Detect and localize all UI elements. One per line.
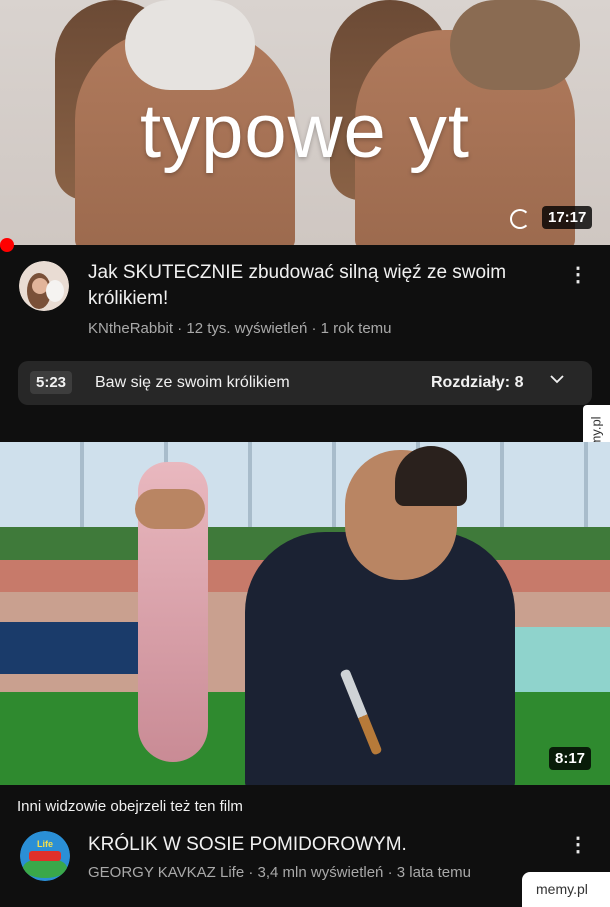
chapters-count-label: Rozdziały: 8 [431, 374, 524, 391]
more-options-icon[interactable]: ⋮ [568, 262, 588, 287]
chapter-timestamp: 5:23 [30, 371, 73, 394]
channel-avatar[interactable]: Life [20, 831, 70, 881]
chevron-down-icon[interactable] [548, 370, 566, 393]
video-title[interactable]: Jak SKUTECZNIE zbudować silną więź ze sw… [88, 260, 538, 312]
more-options-icon[interactable]: ⋮ [568, 832, 588, 857]
video-duration-badge: 17:17 [542, 206, 593, 229]
chapter-name: Baw się ze swoim królikiem [95, 374, 290, 391]
channel-avatar[interactable] [19, 261, 69, 311]
related-section-header: Inni widzowie obejrzeli też ten film [17, 798, 243, 815]
video2-thumbnail[interactable]: 8:17 [0, 442, 610, 785]
video-duration-badge: 8:17 [549, 747, 592, 770]
video1-thumbnail[interactable]: typowe yt 17:17 [0, 0, 610, 245]
thumbnail-overlay-text: typowe yt [139, 89, 471, 174]
progress-scrubber-dot[interactable] [0, 238, 14, 252]
video-title[interactable]: KRÓLIK W SOSIE POMIDOROWYM. [88, 832, 538, 858]
video-meta: GEORGY KAVKAZ Life · 3,4 mln wyświetleń … [88, 864, 471, 881]
video-meta: KNtheRabbit · 12 tys. wyświetleń · 1 rok… [88, 320, 392, 337]
view-count: 12 tys. wyświetleń [186, 320, 308, 337]
channel-name[interactable]: GEORGY KAVKAZ Life [88, 864, 244, 881]
channel-name[interactable]: KNtheRabbit [88, 320, 173, 337]
chapters-bar[interactable]: 5:23 Baw się ze swoim królikiem Rozdział… [18, 361, 592, 405]
upload-age: 3 lata temu [396, 864, 471, 881]
svg-text:Life: Life [37, 839, 53, 849]
loading-icon [510, 209, 530, 229]
view-count: 3,4 mln wyświetleń [257, 864, 384, 881]
upload-age: 1 rok temu [320, 320, 392, 337]
corner-watermark: memy.pl [522, 872, 610, 907]
